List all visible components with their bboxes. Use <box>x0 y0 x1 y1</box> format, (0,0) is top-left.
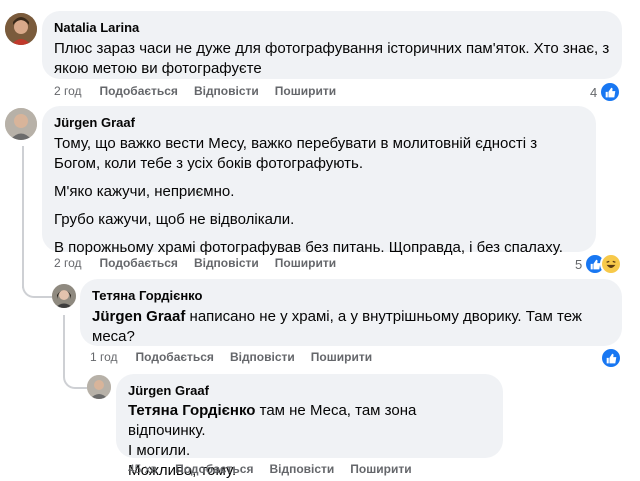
like-button[interactable]: Подобається <box>136 349 214 365</box>
avatar-photo <box>5 13 37 45</box>
comment-author[interactable]: Jürgen Graaf <box>128 382 491 399</box>
comment-text: Тому, що важко вести Месу, важко перебув… <box>54 134 584 258</box>
mention-link[interactable]: Тетяна Гордієнко <box>128 402 255 419</box>
reaction-summary[interactable]: 4 <box>590 81 622 103</box>
reply-button[interactable]: Відповісти <box>194 83 259 99</box>
reply-button[interactable]: Відповісти <box>269 461 334 477</box>
thread-line <box>22 146 24 288</box>
share-button[interactable]: Поширити <box>275 255 336 271</box>
thread-connector <box>63 363 87 389</box>
like-reaction-icon <box>600 347 622 369</box>
comment-paragraph: Грубо кажучи, щоб не відволікали. <box>54 211 295 228</box>
reply-button[interactable]: Відповісти <box>194 255 259 271</box>
thread-connector <box>22 270 52 298</box>
like-button[interactable]: Подобається <box>100 255 178 271</box>
comment-actions: 2 год Подобається Відповісти Поширити <box>54 255 352 271</box>
comment-actions: 1 год Подобається Відповісти Поширити <box>90 349 388 365</box>
comment-time[interactable]: 2 год <box>54 83 82 99</box>
share-button[interactable]: Поширити <box>275 83 336 99</box>
reply-button[interactable]: Відповісти <box>230 349 295 365</box>
comment-bubble: Тетяна Гордієнко Jürgen Graaf написано н… <box>80 279 622 346</box>
comment-bubble: Jürgen Graaf Тому, що важко вести Месу, … <box>42 106 596 256</box>
comment-bubble: Natalia Larina Плюс зараз часи не дуже д… <box>42 11 622 79</box>
avatar[interactable] <box>5 13 37 45</box>
reaction-summary[interactable] <box>600 347 622 369</box>
comment-actions: 45 хв Подобається Відповісти Поширити <box>128 461 428 477</box>
like-button[interactable]: Подобається <box>100 83 178 99</box>
share-button[interactable]: Поширити <box>311 349 372 365</box>
comment-actions: 2 год Подобається Відповісти Поширити <box>54 83 352 99</box>
mention-link[interactable]: Jürgen Graaf <box>92 308 185 325</box>
comment-paragraph: Тому, що важко вести Месу, важко перебув… <box>54 135 538 172</box>
comment-bubble: Jürgen Graaf Тетяна Гордієнко там не Мес… <box>116 374 503 479</box>
comment-line: І могили. <box>128 442 191 459</box>
comment-text: Плюс зараз часи не дуже для фотографуван… <box>54 40 610 77</box>
reaction-summary[interactable]: 5 <box>575 253 623 275</box>
comment-paragraph: М'яко кажучи, неприємно. <box>54 183 235 200</box>
like-reaction-icon <box>599 81 622 103</box>
comment-first-line: Тетяна Гордієнко там не Меса, там зона в… <box>128 401 491 441</box>
haha-reaction-icon <box>600 253 623 275</box>
share-button[interactable]: Поширити <box>350 461 411 477</box>
comment-time[interactable]: 1 год <box>90 349 118 365</box>
comment-author[interactable]: Тетяна Гордієнко <box>92 287 610 304</box>
avatar[interactable] <box>87 375 111 399</box>
comment-time[interactable]: 2 год <box>54 255 82 271</box>
avatar-photo <box>52 284 76 308</box>
comment-time[interactable]: 45 хв <box>128 461 157 477</box>
comment-author[interactable]: Jürgen Graaf <box>54 114 584 131</box>
avatar[interactable] <box>5 108 37 140</box>
comment-text: Jürgen Graaf написано не у храмі, а у вн… <box>92 307 610 347</box>
reaction-count: 5 <box>575 256 583 272</box>
like-button[interactable]: Подобається <box>175 461 253 477</box>
avatar-photo <box>5 108 37 140</box>
comment-author[interactable]: Natalia Larina <box>54 19 610 36</box>
reaction-count: 4 <box>590 84 598 100</box>
avatar[interactable] <box>52 284 76 308</box>
avatar-photo <box>87 375 111 399</box>
